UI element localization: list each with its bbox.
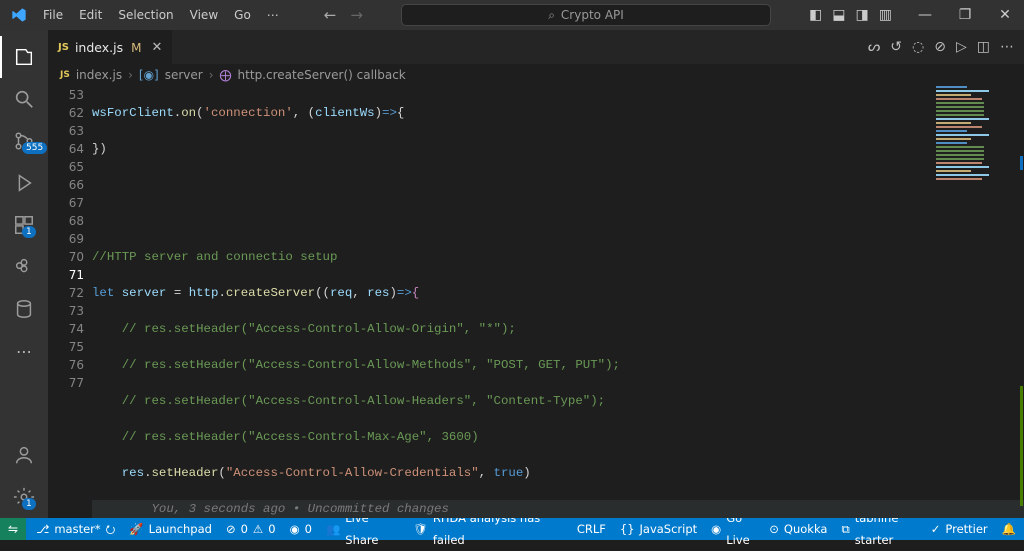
window-minimize-icon[interactable]: — [908, 0, 942, 30]
nav-back-icon[interactable]: ← [324, 6, 337, 24]
breadcrumb-file[interactable]: index.js [76, 68, 122, 82]
menu-edit[interactable]: Edit [72, 4, 109, 26]
tab-index-js[interactable]: JS index.js M ✕ [48, 30, 173, 64]
tab-filename: index.js [75, 40, 123, 55]
braces-icon: {} [620, 518, 635, 540]
sync-icon[interactable]: ↺ [890, 39, 902, 55]
editor-actions: ᔕ ↺ ◌ ⊘ ▷ ◫ ⋯ [868, 30, 1024, 64]
git-blame-annotation: You, 3 seconds ago • Uncommitted changes [152, 502, 449, 516]
status-problems[interactable]: ⊘0 ⚠0 [226, 518, 276, 540]
breadcrumb-sep-icon: › [209, 68, 214, 82]
activity-explorer-icon[interactable] [0, 36, 48, 78]
activity-settings-icon[interactable]: 1 [0, 476, 48, 518]
command-center-text: Crypto API [561, 8, 624, 22]
status-ports[interactable]: ◉0 [290, 518, 312, 540]
status-branch[interactable]: ⎇master*⭮ [36, 518, 115, 540]
status-language[interactable]: {}JavaScript [620, 518, 697, 540]
breadcrumbs[interactable]: JS index.js › [◉] server › ⨁ http.create… [48, 64, 1024, 86]
tab-close-icon[interactable]: ✕ [151, 40, 162, 55]
activity-more-icon[interactable]: ⋯ [0, 330, 48, 372]
line-gutter: 53 62 63 64 65 66 67 68 69 70 71 72 73 7… [48, 86, 92, 518]
status-bell-icon[interactable]: 🔔 [1002, 518, 1016, 540]
overview-ruler-mod [1020, 156, 1023, 170]
breadcrumb-js-icon: JS [60, 70, 70, 80]
rocket-icon: 🚀 [129, 518, 143, 540]
menu-file[interactable]: File [36, 4, 70, 26]
history-icon[interactable]: ◌ [912, 39, 924, 55]
activity-database-icon[interactable] [0, 288, 48, 330]
run-icon[interactable]: ▷ [956, 39, 967, 55]
activity-debug-icon[interactable] [0, 162, 48, 204]
tabnine-icon: ⧉ [841, 518, 849, 540]
overview-ruler-add [1020, 386, 1023, 506]
extensions-badge: 1 [22, 226, 36, 238]
workbench: 555 1 ⋯ 1 JS index.js M [0, 30, 1024, 518]
menu-go[interactable]: Go [227, 4, 258, 26]
command-center[interactable]: ⌕ Crypto API [401, 4, 771, 26]
activity-figma-icon[interactable] [0, 246, 48, 288]
menu-selection[interactable]: Selection [111, 4, 180, 26]
settings-badge: 1 [22, 498, 36, 510]
breadcrumb-func-icon: ⨁ [220, 68, 232, 82]
tab-modified-badge: M [131, 41, 141, 55]
activity-extensions-icon[interactable]: 1 [0, 204, 48, 246]
vscode-logo-icon [10, 6, 28, 24]
menubar: File Edit Selection View Go ⋯ [36, 4, 286, 26]
layout-bottom-icon[interactable]: ⬓ [832, 7, 845, 23]
breadcrumb-var-icon: [◉] [139, 68, 159, 82]
activity-bar: 555 1 ⋯ 1 [0, 30, 48, 518]
error-icon: ⊘ [226, 518, 236, 540]
quokka-icon: ⊙ [769, 518, 779, 540]
branch-icon: ⎇ [36, 518, 49, 540]
sync-icon[interactable]: ⭮ [106, 518, 116, 540]
status-prettier[interactable]: ✓Prettier [931, 518, 988, 540]
window-restore-icon[interactable]: ❐ [948, 0, 982, 30]
remote-indicator-icon[interactable]: ⇋ [0, 518, 26, 540]
status-bar: ⇋ ⎇master*⭮ 🚀Launchpad ⊘0 ⚠0 ◉0 👥Live Sh… [0, 518, 1024, 540]
tab-bar: JS index.js M ✕ ᔕ ↺ ◌ ⊘ ▷ ◫ ⋯ [48, 30, 1024, 64]
editor-area: JS index.js M ✕ ᔕ ↺ ◌ ⊘ ▷ ◫ ⋯ JS index.j… [48, 30, 1024, 518]
layout-right-icon[interactable]: ◨ [856, 7, 869, 23]
diff-icon[interactable]: ⊘ [934, 39, 946, 55]
search-icon: ⌕ [548, 8, 555, 23]
check-icon: ✓ [931, 518, 941, 540]
status-quokka[interactable]: ⊙Quokka [769, 518, 827, 540]
js-file-icon: JS [58, 42, 69, 53]
breadcrumb-callback[interactable]: http.createServer() callback [238, 68, 406, 82]
shield-icon: 🛡 [413, 518, 428, 540]
broadcast-icon: ◉ [711, 518, 721, 540]
title-bar: File Edit Selection View Go ⋯ ← → ⌕ Cryp… [0, 0, 1024, 30]
menu-more-icon[interactable]: ⋯ [260, 4, 286, 26]
code-content[interactable]: wsForClient.on('connection', (clientWs)=… [92, 86, 1024, 518]
menu-view[interactable]: View [183, 4, 225, 26]
status-eol[interactable]: CRLF [577, 518, 606, 540]
scm-badge: 555 [22, 142, 47, 154]
warning-icon: ⚠ [253, 518, 263, 540]
breadcrumb-sep-icon: › [128, 68, 133, 82]
activity-search-icon[interactable] [0, 78, 48, 120]
nav-forward-icon[interactable]: → [350, 6, 363, 24]
liveshare-icon: 👥 [326, 518, 340, 540]
editor-more-icon[interactable]: ⋯ [1000, 39, 1014, 55]
layout-left-icon[interactable]: ◧ [809, 7, 822, 23]
activity-scm-icon[interactable]: 555 [0, 120, 48, 162]
activity-account-icon[interactable] [0, 434, 48, 476]
breadcrumb-server[interactable]: server [165, 68, 203, 82]
code-editor[interactable]: 53 62 63 64 65 66 67 68 69 70 71 72 73 7… [48, 86, 1024, 518]
radio-icon: ◉ [290, 518, 300, 540]
window-close-icon[interactable]: ✕ [988, 0, 1022, 30]
layout-custom-icon[interactable]: ▥ [879, 7, 892, 23]
compare-icon[interactable]: ᔕ [868, 39, 880, 55]
split-icon[interactable]: ◫ [977, 39, 990, 55]
status-launchpad[interactable]: 🚀Launchpad [129, 518, 212, 540]
